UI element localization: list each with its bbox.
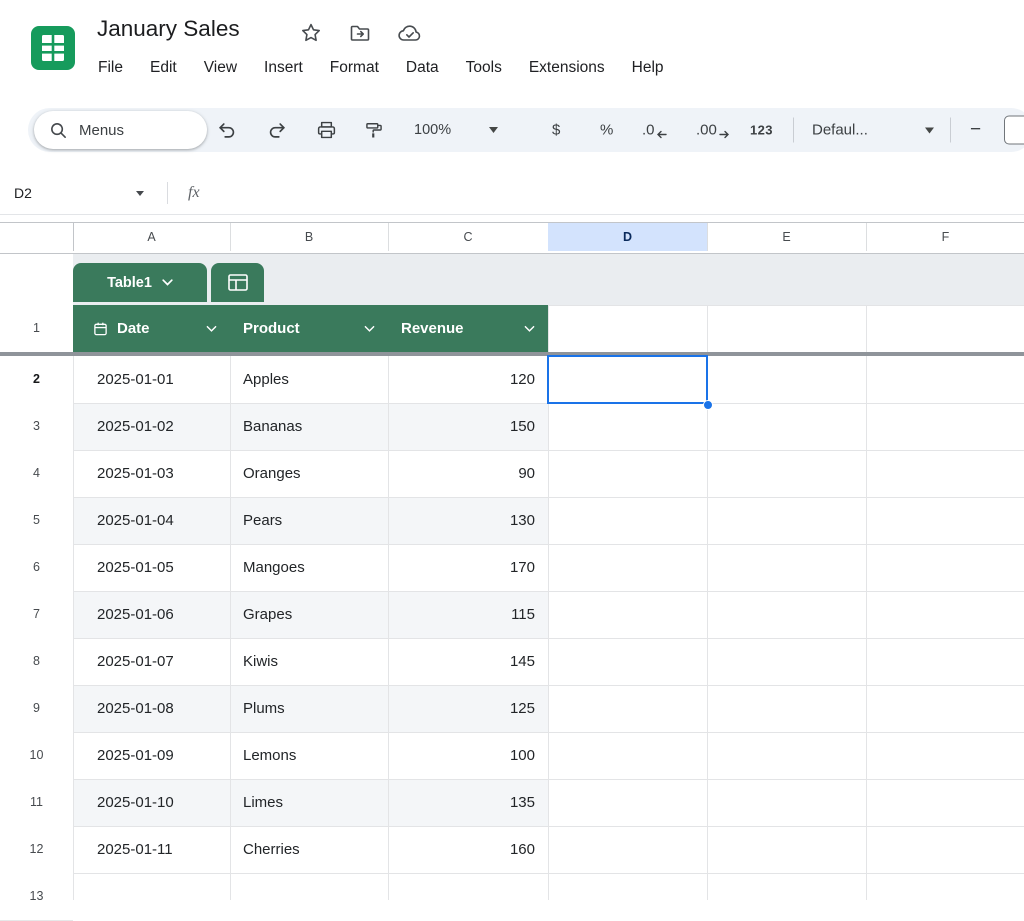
table-grid-icon (227, 273, 249, 292)
cell-product[interactable]: Pears (230, 497, 388, 544)
cell-revenue[interactable]: 120 (388, 356, 548, 403)
cell-revenue[interactable]: 135 (388, 779, 548, 826)
table-header-label: Date (117, 320, 150, 337)
table-name-chip[interactable]: Table1 (73, 263, 207, 302)
chevron-down-icon[interactable] (364, 325, 375, 333)
spreadsheet-grid: Date Product Revenue 2025-01-01Apples120 202… (0, 0, 1024, 900)
row-header-3[interactable]: 3 (0, 403, 73, 451)
cell-product[interactable]: Lemons (230, 732, 388, 779)
row-header-1[interactable]: 1 (0, 305, 73, 353)
table-name-label: Table1 (107, 275, 152, 291)
cell-date[interactable]: 2025-01-02 (73, 403, 230, 450)
cell-product[interactable]: Apples (230, 356, 388, 403)
fill-handle[interactable] (703, 400, 713, 410)
cell-product[interactable]: Oranges (230, 450, 388, 497)
table-range-button[interactable] (211, 263, 264, 302)
cell-product[interactable]: Kiwis (230, 638, 388, 685)
column-header-E[interactable]: E (707, 223, 867, 251)
chevron-down-icon (162, 279, 173, 286)
row-header-8[interactable]: 8 (0, 638, 73, 686)
cell-date[interactable]: 2025-01-05 (73, 544, 230, 591)
cell-date[interactable]: 2025-01-07 (73, 638, 230, 685)
row-header-5[interactable]: 5 (0, 497, 73, 545)
cell-revenue[interactable]: 100 (388, 732, 548, 779)
table-header-product[interactable]: Product (230, 305, 388, 352)
cell-revenue[interactable]: 160 (388, 826, 548, 873)
select-all-corner[interactable] (0, 223, 74, 251)
grid-line-v (866, 252, 867, 900)
row-header-12[interactable]: 12 (0, 826, 73, 874)
grid-line-v (548, 252, 549, 900)
row-header-11[interactable]: 11 (0, 779, 73, 827)
grid-line-v (707, 252, 708, 900)
row-header-10[interactable]: 10 (0, 732, 73, 780)
cell-date[interactable]: 2025-01-01 (73, 356, 230, 403)
cell-product[interactable]: Cherries (230, 826, 388, 873)
row-header-6[interactable]: 6 (0, 544, 73, 592)
chevron-down-icon[interactable] (524, 325, 535, 333)
cell-date[interactable]: 2025-01-09 (73, 732, 230, 779)
cell-date[interactable]: 2025-01-08 (73, 685, 230, 732)
cell-date[interactable]: 2025-01-06 (73, 591, 230, 638)
table-header-date[interactable]: Date (73, 305, 230, 352)
chevron-down-icon[interactable] (206, 325, 217, 333)
row-header-7[interactable]: 7 (0, 591, 73, 639)
calendar-icon (93, 321, 108, 336)
cell-date[interactable]: 2025-01-10 (73, 779, 230, 826)
cell-revenue[interactable]: 170 (388, 544, 548, 591)
column-header-D[interactable]: D (548, 223, 708, 251)
column-header-B[interactable]: B (230, 223, 389, 251)
cell-product[interactable]: Grapes (230, 591, 388, 638)
table-header-label: Product (243, 320, 300, 337)
frozen-row-divider[interactable] (0, 352, 1024, 356)
cell-revenue[interactable]: 145 (388, 638, 548, 685)
column-headers: ABCDEF (0, 222, 1024, 254)
column-header-F[interactable]: F (866, 223, 1024, 251)
cell-revenue[interactable]: 125 (388, 685, 548, 732)
cell-revenue[interactable]: 115 (388, 591, 548, 638)
cell-product[interactable]: Mangoes (230, 544, 388, 591)
row-header-2[interactable]: 2 (0, 356, 73, 404)
grid-line-h (73, 873, 1024, 874)
cell-product[interactable]: Limes (230, 779, 388, 826)
cell-revenue[interactable]: 150 (388, 403, 548, 450)
row-header-4[interactable]: 4 (0, 450, 73, 498)
column-header-C[interactable]: C (388, 223, 549, 251)
column-header-A[interactable]: A (73, 223, 231, 251)
cell-product[interactable]: Bananas (230, 403, 388, 450)
cell-date[interactable]: 2025-01-04 (73, 497, 230, 544)
row-header-13[interactable]: 13 (0, 873, 73, 921)
cell-date[interactable]: 2025-01-11 (73, 826, 230, 873)
cell-revenue[interactable]: 90 (388, 450, 548, 497)
cell-revenue[interactable]: 130 (388, 497, 548, 544)
cell-date[interactable]: 2025-01-03 (73, 450, 230, 497)
cells-layer: Date Product Revenue 2025-01-01Apples120 202… (0, 0, 1024, 900)
row-header-9[interactable]: 9 (0, 685, 73, 733)
table-header-label: Revenue (401, 320, 464, 337)
cell-product[interactable]: Plums (230, 685, 388, 732)
table-header-revenue[interactable]: Revenue (388, 305, 548, 352)
